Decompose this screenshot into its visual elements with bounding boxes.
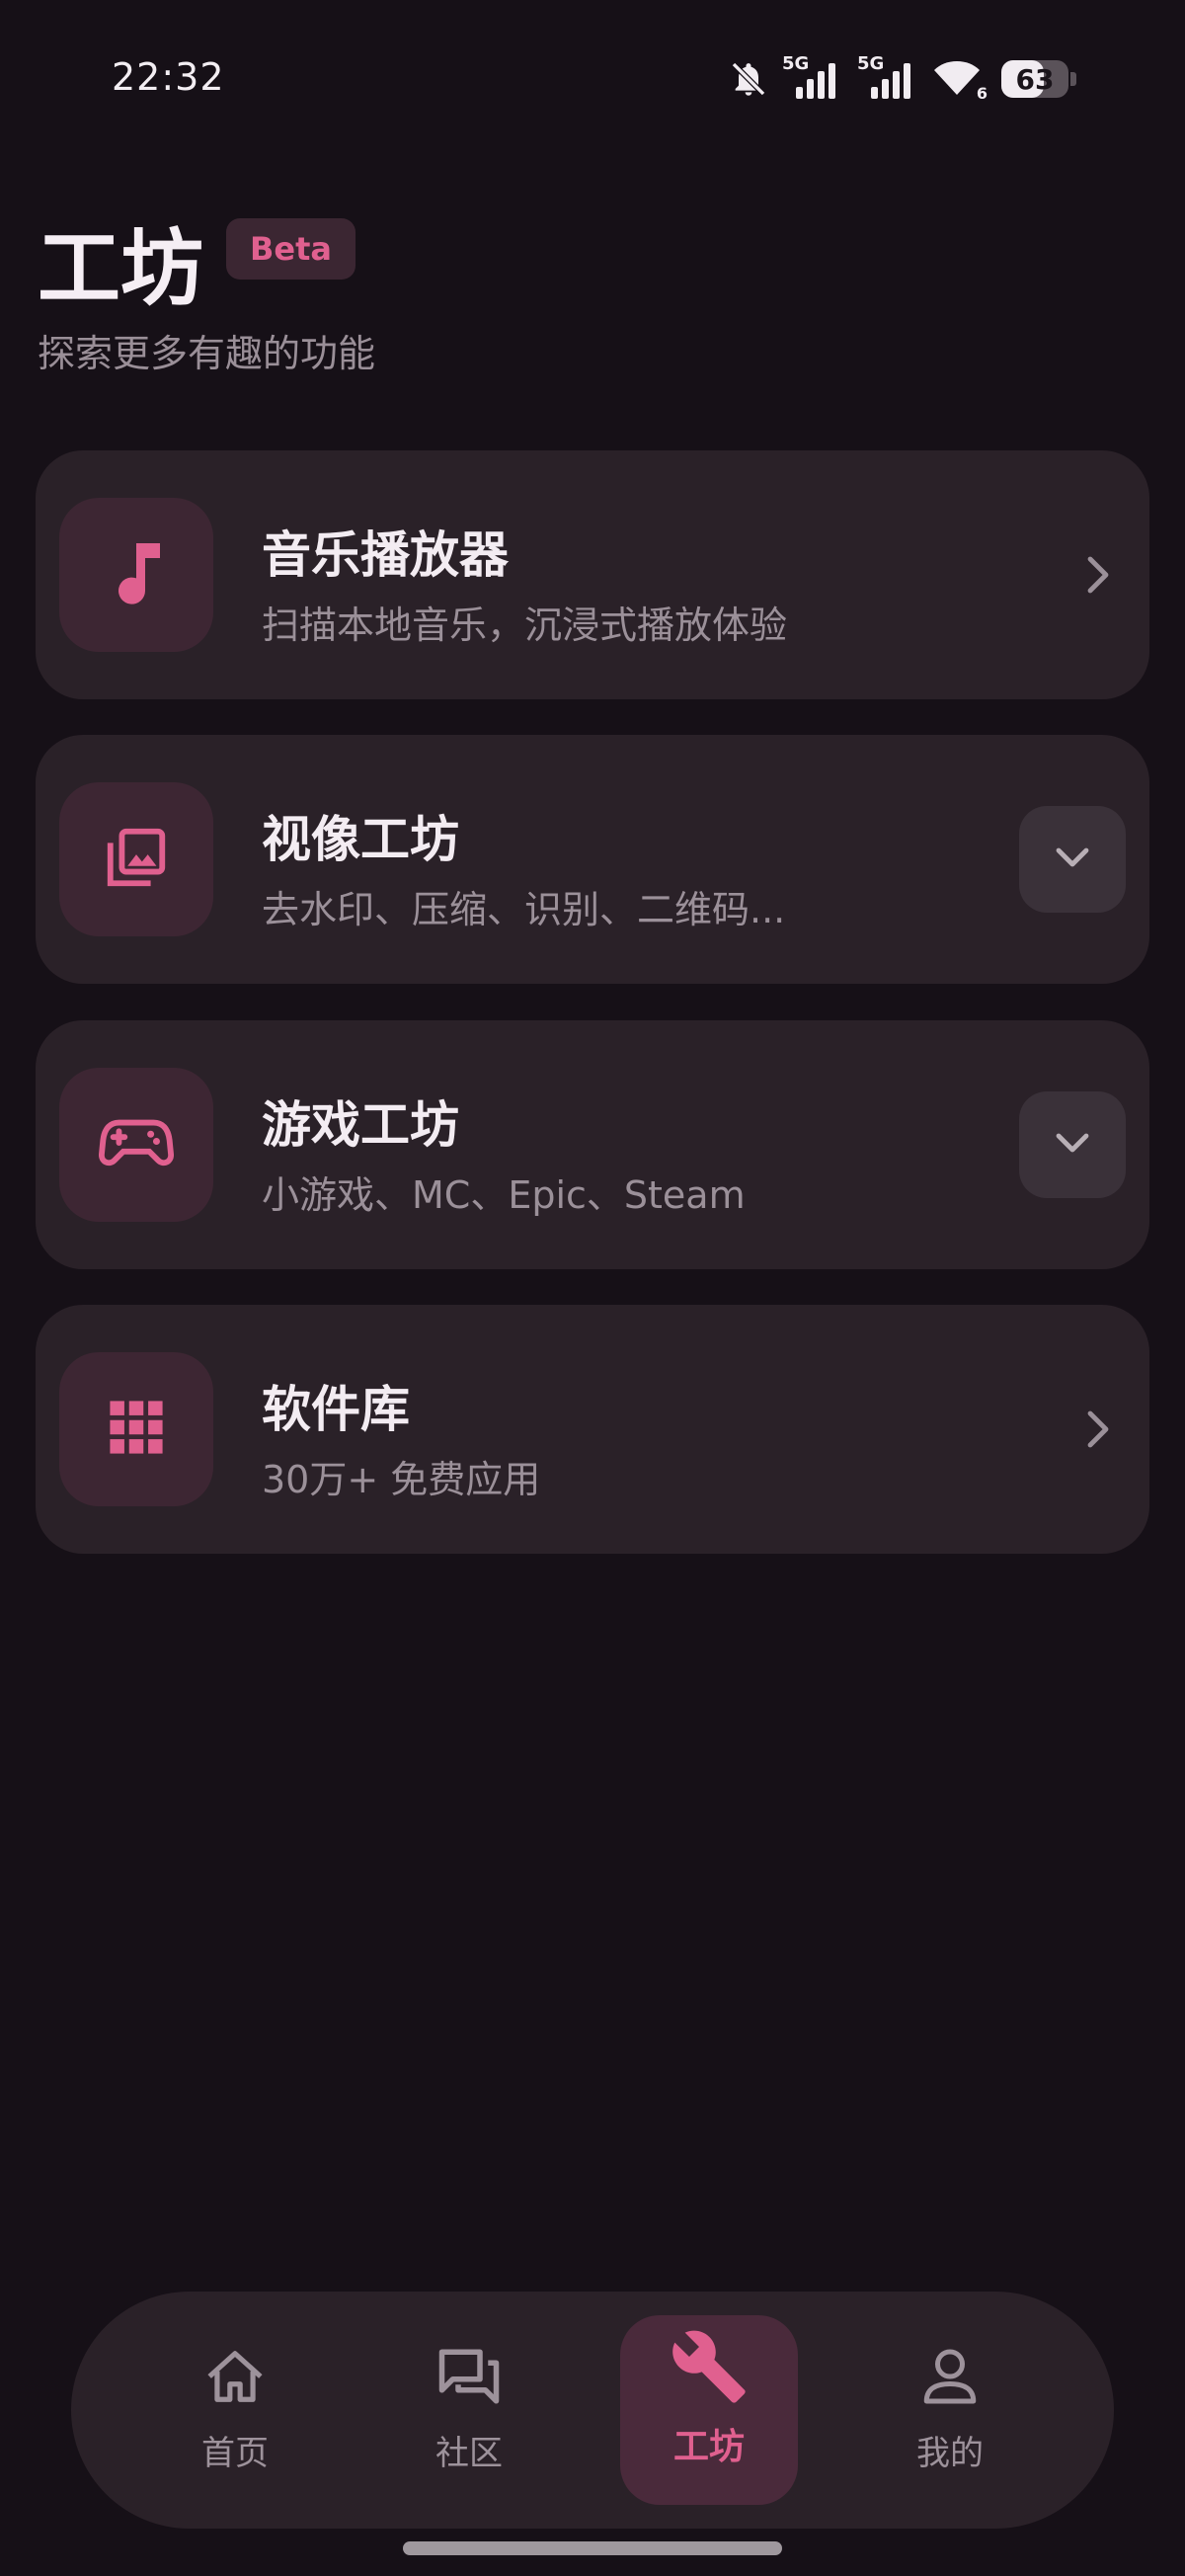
status-time: 22:32 — [112, 55, 225, 99]
card-icon-tile — [59, 1068, 213, 1222]
bottom-nav: 首页 社区 工坊 我的 — [71, 2292, 1114, 2529]
card-music-player[interactable]: 音乐播放器 扫描本地音乐，沉浸式播放体验 — [36, 450, 1149, 699]
nav-item-home[interactable]: 首页 — [156, 2331, 314, 2489]
expand-button[interactable] — [1019, 806, 1126, 913]
battery-cap — [1070, 72, 1076, 86]
workshop-page: 22:32 5G 5G 6 63 工坊 Beta 探索更多有趣的功能 音乐播放器… — [0, 0, 1185, 2576]
card-desc: 小游戏、MC、Epic、Steam — [262, 1173, 746, 1217]
battery-icon: 63 — [1001, 60, 1068, 98]
page-subtitle: 探索更多有趣的功能 — [38, 332, 376, 375]
page-title: 工坊 — [38, 220, 204, 317]
nav-label: 社区 — [435, 2434, 503, 2473]
card-icon-tile — [59, 782, 213, 936]
card-software-library[interactable]: 软件库 30万+ 免费应用 — [36, 1305, 1149, 1554]
status-bar: 22:32 5G 5G 6 63 — [0, 0, 1185, 158]
bell-off-icon — [729, 59, 768, 99]
nav-label: 首页 — [201, 2434, 269, 2473]
music-note-icon — [107, 537, 166, 612]
card-video-workshop[interactable]: 视像工坊 去水印、压缩、识别、二维码... — [36, 735, 1149, 984]
person-icon — [922, 2341, 978, 2412]
chevron-right-icon — [1086, 555, 1110, 599]
status-icons: 5G 5G 6 63 — [729, 53, 1076, 103]
wifi-icon: 6 — [932, 55, 988, 103]
forum-icon — [436, 2341, 502, 2412]
nav-label: 我的 — [916, 2434, 984, 2473]
card-title: 视像工坊 — [262, 811, 459, 868]
card-icon-tile — [59, 1352, 213, 1506]
nav-item-workshop[interactable]: 工坊 — [620, 2315, 798, 2505]
wifi-label: 6 — [976, 84, 988, 103]
photo-library-icon — [102, 823, 171, 896]
chevron-down-icon — [1055, 846, 1090, 872]
card-icon-tile — [59, 498, 213, 652]
nav-label: 工坊 — [672, 2427, 745, 2467]
signal-icon-2: 5G — [857, 53, 918, 103]
wrench-icon — [668, 2330, 750, 2403]
apps-grid-icon — [108, 1399, 165, 1460]
card-desc: 扫描本地音乐，沉浸式播放体验 — [262, 604, 788, 647]
nav-item-community[interactable]: 社区 — [390, 2331, 548, 2489]
card-title: 游戏工坊 — [262, 1096, 459, 1154]
battery-percent: 63 — [1015, 62, 1055, 96]
chevron-down-icon — [1055, 1132, 1090, 1158]
home-icon — [204, 2341, 266, 2412]
nav-item-profile[interactable]: 我的 — [871, 2331, 1029, 2489]
card-desc: 去水印、压缩、识别、二维码... — [262, 888, 786, 931]
gamepad-icon — [99, 1115, 174, 1174]
card-title: 音乐播放器 — [262, 526, 509, 584]
chevron-right-icon — [1086, 1409, 1110, 1453]
expand-button[interactable] — [1019, 1091, 1126, 1198]
card-game-workshop[interactable]: 游戏工坊 小游戏、MC、Epic、Steam — [36, 1020, 1149, 1269]
beta-badge: Beta — [226, 218, 356, 280]
card-title: 软件库 — [262, 1381, 410, 1438]
signal-icon-1: 5G — [782, 53, 843, 103]
home-indicator[interactable] — [403, 2541, 782, 2555]
card-desc: 30万+ 免费应用 — [262, 1458, 541, 1501]
